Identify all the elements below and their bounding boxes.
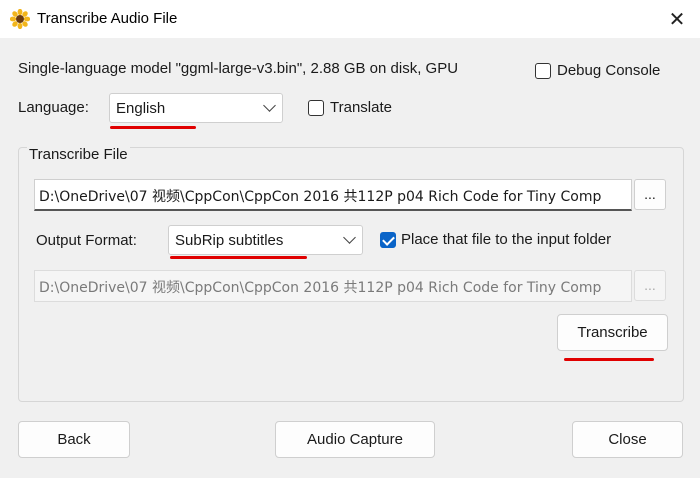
place-in-input-folder-label: Place that file to the input folder xyxy=(401,231,612,248)
window-close-icon[interactable]: ✕ xyxy=(654,0,700,38)
language-value: English xyxy=(116,99,166,117)
transcribe-button[interactable]: Transcribe xyxy=(557,314,668,351)
output-file-path-field: D:\OneDrive\07 视频\CppCon\CppCon 2016 共11… xyxy=(34,270,632,302)
browse-input-button[interactable]: ... xyxy=(634,179,666,210)
debug-console-checkbox[interactable]: Debug Console xyxy=(535,62,660,79)
chevron-down-icon xyxy=(263,99,276,112)
dialog-body: Single-language model "ggml-large-v3.bin… xyxy=(0,38,700,478)
language-select[interactable]: English xyxy=(109,93,283,123)
sunflower-app-icon xyxy=(10,9,30,29)
input-file-path-field[interactable]: D:\OneDrive\07 视频\CppCon\CppCon 2016 共11… xyxy=(34,179,632,211)
output-format-label: Output Format: xyxy=(36,232,137,249)
checkbox-icon[interactable] xyxy=(535,62,551,79)
translate-checkbox[interactable]: Translate xyxy=(308,99,392,116)
output-format-select[interactable]: SubRip subtitles xyxy=(168,225,363,255)
browse-output-button: ... xyxy=(634,270,666,301)
translate-label: Translate xyxy=(330,99,392,116)
checkbox-checked-icon[interactable] xyxy=(380,231,396,248)
chevron-down-icon xyxy=(343,231,356,244)
audio-capture-button[interactable]: Audio Capture xyxy=(275,421,435,458)
language-label: Language: xyxy=(18,99,89,116)
red-annotation-underline xyxy=(110,126,196,129)
red-annotation-underline xyxy=(170,256,307,259)
red-annotation-underline xyxy=(564,358,654,361)
close-button[interactable]: Close xyxy=(572,421,683,458)
checkbox-icon[interactable] xyxy=(308,99,324,116)
back-button[interactable]: Back xyxy=(18,421,130,458)
window-title: Transcribe Audio File xyxy=(37,10,178,27)
output-format-value: SubRip subtitles xyxy=(175,231,284,249)
title-bar: Transcribe Audio File ✕ xyxy=(0,0,700,38)
model-info-text: Single-language model "ggml-large-v3.bin… xyxy=(18,60,459,77)
group-title: Transcribe File xyxy=(27,146,130,163)
place-in-input-folder-checkbox[interactable]: Place that file to the input folder xyxy=(380,231,611,248)
debug-console-label: Debug Console xyxy=(557,62,661,79)
